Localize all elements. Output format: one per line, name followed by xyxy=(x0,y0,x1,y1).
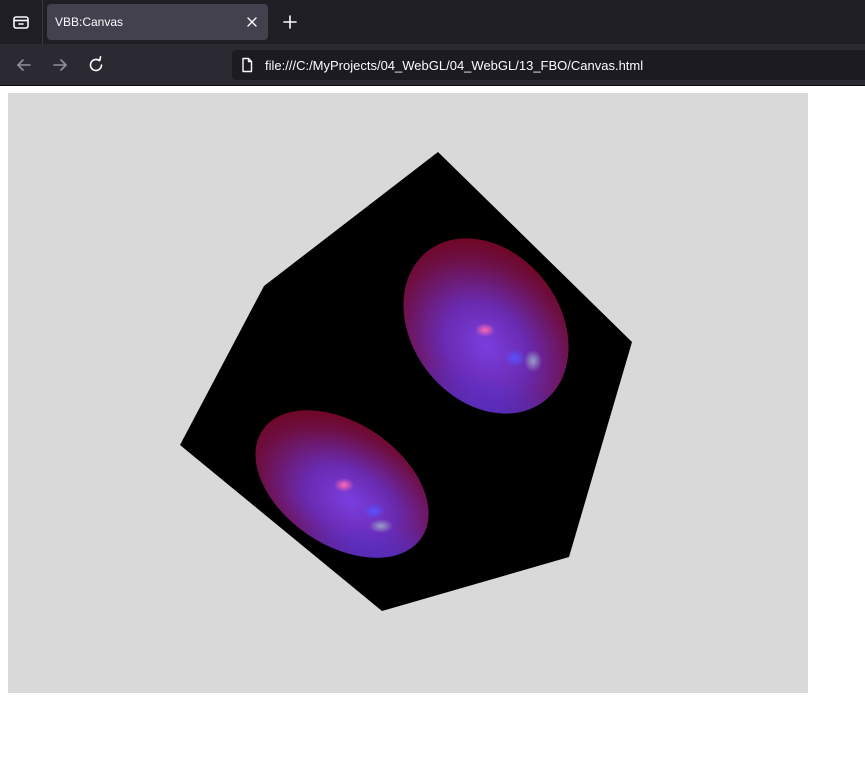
back-button[interactable] xyxy=(11,52,37,78)
browser-window: VBB:Canvas file:///C:/MyProjects/04_WebG… xyxy=(0,0,865,769)
rendered-scene xyxy=(180,152,632,611)
page-icon xyxy=(242,57,253,73)
tab-overview-icon xyxy=(13,16,29,29)
webgl-canvas[interactable] xyxy=(8,93,808,693)
back-arrow-icon xyxy=(17,59,31,71)
close-icon xyxy=(247,17,257,27)
reload-button[interactable] xyxy=(83,52,109,78)
forward-arrow-icon xyxy=(53,59,67,71)
address-bar[interactable]: file:///C:/MyProjects/04_WebGL/04_WebGL/… xyxy=(232,50,865,80)
forward-button[interactable] xyxy=(47,52,73,78)
url-text: file:///C:/MyProjects/04_WebGL/04_WebGL/… xyxy=(265,58,644,73)
tab-title: VBB:Canvas xyxy=(55,15,124,29)
tab-close-button[interactable] xyxy=(242,12,262,32)
tab-strip: VBB:Canvas xyxy=(0,0,865,44)
plus-icon xyxy=(283,15,297,29)
tab-active[interactable]: VBB:Canvas xyxy=(47,4,268,40)
navigation-toolbar: file:///C:/MyProjects/04_WebGL/04_WebGL/… xyxy=(0,44,865,86)
new-tab-button[interactable] xyxy=(278,10,302,34)
tab-overview-button[interactable] xyxy=(0,0,43,44)
page-content xyxy=(0,86,865,769)
reload-icon xyxy=(89,56,103,72)
